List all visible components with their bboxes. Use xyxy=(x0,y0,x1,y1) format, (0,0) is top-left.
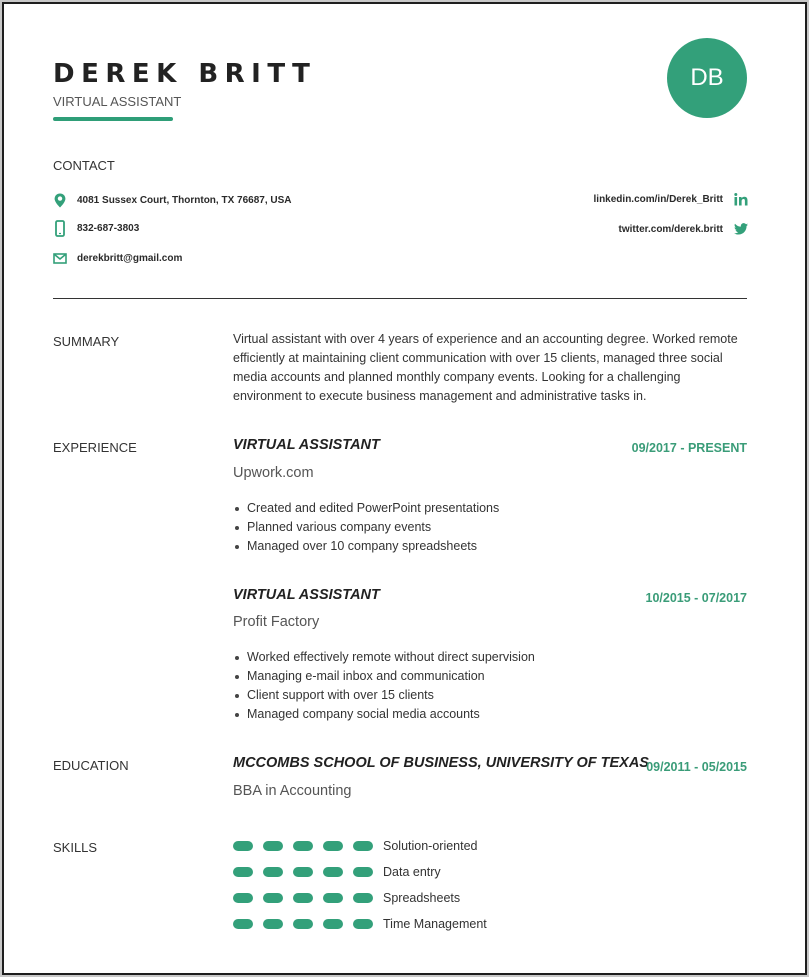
education-label: EDUCATION xyxy=(53,758,129,773)
skill-level-dot xyxy=(293,867,313,877)
skill-name: Time Management xyxy=(383,917,487,931)
job-bullet: Planned various company events xyxy=(233,518,747,537)
phone-text: 832-687-3803 xyxy=(77,222,140,234)
contact-linkedin[interactable]: linkedin.com/in/Derek_Britt xyxy=(594,191,749,207)
resume-page: DEREK BRITT VIRTUAL ASSISTANT DB CONTACT… xyxy=(2,2,807,975)
linkedin-text[interactable]: linkedin.com/in/Derek_Britt xyxy=(594,194,723,205)
skill-level-dot xyxy=(323,919,343,929)
skill-name: Data entry xyxy=(383,865,441,879)
candidate-title: VIRTUAL ASSISTANT xyxy=(53,94,182,109)
skill-level-dot xyxy=(353,841,373,851)
contact-heading: CONTACT xyxy=(53,158,115,173)
linkedin-icon xyxy=(733,191,749,207)
twitter-text[interactable]: twitter.com/derek.britt xyxy=(619,224,723,235)
skill-level-dot xyxy=(353,893,373,903)
skill-level-dot xyxy=(293,919,313,929)
skill-level-dot xyxy=(233,841,253,851)
avatar-initials: DB xyxy=(690,64,724,91)
skill-level-dot xyxy=(233,893,253,903)
contact-twitter[interactable]: twitter.com/derek.britt xyxy=(619,221,749,237)
summary-text: Virtual assistant with over 4 years of e… xyxy=(233,332,738,403)
skill-level-dot xyxy=(323,893,343,903)
contact-email[interactable]: derekbritt@gmail.com xyxy=(53,250,182,266)
contact-phone: 832-687-3803 xyxy=(53,219,140,237)
skill-level-dot xyxy=(323,841,343,851)
job-bullet: Managing e-mail inbox and communication xyxy=(233,667,747,686)
skill-row: Time Management xyxy=(233,917,487,931)
job-bullet: Created and edited PowerPoint presentati… xyxy=(233,499,747,518)
job-bullets: Worked effectively remote without direct… xyxy=(233,648,747,724)
skill-level-dot xyxy=(263,893,283,903)
skill-level-dot xyxy=(323,867,343,877)
mail-icon xyxy=(53,250,67,266)
job-dates: 09/2017 - PRESENT xyxy=(631,441,747,455)
degree: BBA in Accounting xyxy=(233,783,352,799)
skill-level-dot xyxy=(353,867,373,877)
skill-level-dot xyxy=(233,919,253,929)
job-bullet: Worked effectively remote without direct… xyxy=(233,648,747,667)
skill-row: Spreadsheets xyxy=(233,891,460,905)
phone-icon xyxy=(53,219,67,237)
candidate-name: DEREK BRITT xyxy=(53,59,317,89)
title-underline xyxy=(53,117,173,121)
skill-row: Data entry xyxy=(233,865,441,879)
skill-level-dot xyxy=(293,893,313,903)
education-dates: 09/2011 - 05/2015 xyxy=(646,760,747,774)
job-bullet: Managed company social media accounts xyxy=(233,705,747,724)
skill-level-dot xyxy=(263,919,283,929)
skill-name: Solution-oriented xyxy=(383,839,478,853)
avatar: DB xyxy=(667,38,747,118)
skills-label: SKILLS xyxy=(53,840,98,855)
job-company: Upwork.com xyxy=(233,465,314,481)
job-company: Profit Factory xyxy=(233,614,320,630)
skill-row: Solution-oriented xyxy=(233,839,478,853)
skill-level-dot xyxy=(293,841,313,851)
skill-level-dot xyxy=(263,841,283,851)
email-text[interactable]: derekbritt@gmail.com xyxy=(77,253,182,264)
twitter-icon xyxy=(733,221,749,237)
summary-label: SUMMARY xyxy=(53,334,120,349)
section-divider xyxy=(53,298,747,299)
contact-address: 4081 Sussex Court, Thornton, TX 76687, U… xyxy=(53,192,292,208)
skill-level-dot xyxy=(263,867,283,877)
job-bullet: Managed over 10 company spreadsheets xyxy=(233,537,747,556)
job-dates: 10/2015 - 07/2017 xyxy=(645,591,747,605)
skill-level-dot xyxy=(353,919,373,929)
job-bullet: Client support with over 15 clients xyxy=(233,686,747,705)
experience-label: EXPERIENCE xyxy=(53,440,137,455)
map-pin-icon xyxy=(53,192,67,208)
address-text: 4081 Sussex Court, Thornton, TX 76687, U… xyxy=(77,194,292,206)
job-bullets: Created and edited PowerPoint presentati… xyxy=(233,499,747,556)
skill-name: Spreadsheets xyxy=(383,891,461,905)
skill-level-dot xyxy=(233,867,253,877)
